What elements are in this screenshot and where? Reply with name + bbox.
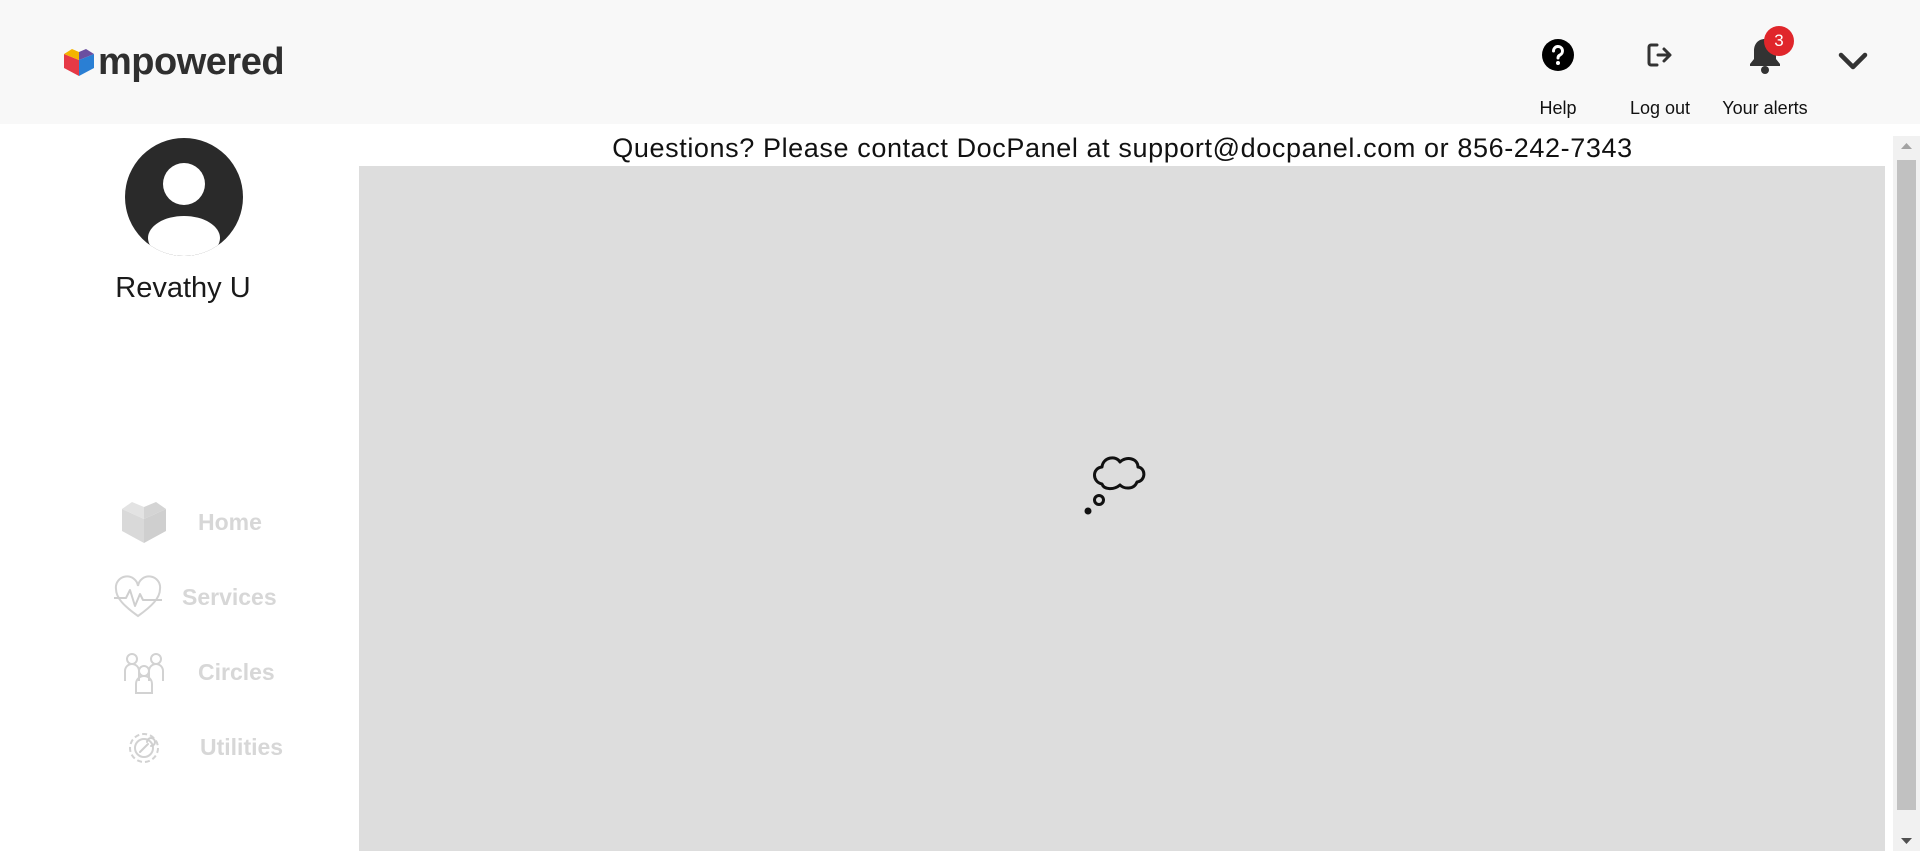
alerts-count-badge: 3 [1764, 26, 1794, 56]
user-name: Revathy U [115, 272, 251, 304]
page-scrollbar[interactable] [1893, 136, 1920, 851]
scroll-down-arrow-icon[interactable] [1893, 831, 1920, 851]
help-icon [1542, 39, 1574, 71]
alerts-label: Your alerts [1722, 98, 1808, 118]
content-panel [359, 166, 1885, 851]
logout-label: Log out [1629, 98, 1691, 118]
logout-button[interactable]: Log out [1622, 34, 1698, 119]
help-label: Help [1539, 98, 1577, 118]
brand-name: mpowered [98, 41, 285, 83]
sidebar-item-home[interactable]: Home [118, 497, 262, 547]
brand-logo[interactable]: mpowered [62, 41, 285, 83]
sidebar-item-label: Circles [198, 658, 275, 685]
top-header: mpowered Help Log out 3 Your alerts [0, 0, 1920, 124]
sidebar: Revathy U Home Services Circles Utilitie… [0, 124, 359, 851]
sidebar-item-label: Services [182, 583, 277, 610]
logout-icon-wrap [1639, 34, 1681, 76]
alerts-icon-wrap: 3 [1744, 26, 1794, 76]
chevron-down-icon[interactable] [1836, 44, 1870, 78]
help-button[interactable]: Help [1536, 34, 1580, 119]
people-group-icon [124, 653, 164, 694]
heart-pulse-icon [114, 575, 162, 618]
support-contact-text: Questions? Please contact DocPanel at su… [612, 133, 1633, 163]
help-icon-wrap [1537, 34, 1579, 76]
sidebar-item-utilities[interactable]: Utilities [122, 722, 283, 772]
sidebar-item-label: Utilities [200, 733, 284, 760]
scroll-up-arrow-icon[interactable] [1893, 136, 1920, 156]
home-heart-icon [122, 502, 166, 543]
scrollbar-thumb[interactable] [1897, 160, 1916, 810]
thought-bubble-icon [1084, 456, 1146, 515]
avatar-icon[interactable] [125, 138, 243, 256]
mpowered-logo-icon [64, 49, 94, 76]
logout-icon [1647, 43, 1672, 67]
sidebar-item-services[interactable]: Services [112, 572, 277, 622]
sidebar-item-circles[interactable]: Circles [120, 647, 275, 697]
alerts-button[interactable]: 3 Your alerts [1710, 26, 1820, 119]
sidebar-item-label: Home [198, 508, 262, 535]
gear-wrench-icon [129, 733, 159, 763]
